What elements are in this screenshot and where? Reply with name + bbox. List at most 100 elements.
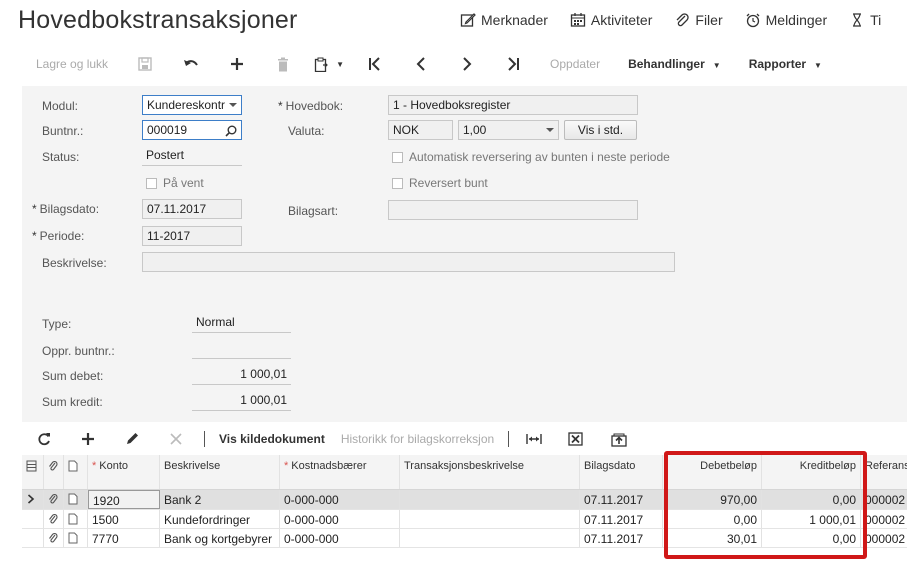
description-cell[interactable]: Kundefordringer — [160, 510, 280, 528]
reminders-label: Meldinger — [765, 12, 828, 28]
row-selector-header[interactable] — [22, 455, 44, 489]
close-icon[interactable] — [154, 427, 198, 451]
correction-history-button[interactable]: Historikk for bilagskorreksjon — [333, 432, 502, 446]
description-label: Beskrivelse: — [42, 256, 107, 270]
view-base-currency-button[interactable]: Vis i std. — [564, 120, 637, 140]
reminders-link[interactable]: Meldinger — [745, 12, 827, 28]
previous-record-icon[interactable] — [398, 49, 444, 79]
list-icon — [26, 460, 37, 472]
excel-export-icon[interactable] — [553, 427, 597, 451]
note-icon[interactable] — [64, 490, 88, 509]
row-selector[interactable] — [22, 510, 44, 528]
notes-link[interactable]: Merknader — [460, 12, 548, 28]
undo-icon[interactable] — [168, 49, 214, 79]
date-cell[interactable]: 07.11.2017 — [580, 510, 663, 528]
subaccount-cell[interactable]: 0-000-000 — [280, 490, 400, 509]
reference-cell[interactable]: 000002 — [861, 529, 907, 547]
paperclip-icon — [49, 460, 58, 471]
search-icon[interactable] — [225, 125, 237, 137]
reversed-checkbox[interactable]: Reversert bunt — [392, 176, 488, 190]
module-value: Kundereskontr — [147, 98, 226, 112]
view-source-button[interactable]: Vis kildedokument — [211, 432, 333, 446]
clipboard-icon[interactable]: ▼ — [306, 49, 352, 79]
paperclip-icon[interactable] — [44, 529, 64, 547]
sum-debit-label: Sum debet: — [42, 369, 104, 383]
chevron-down-icon — [229, 103, 237, 107]
description-field[interactable] — [142, 252, 675, 272]
reversed-label: Reversert bunt — [409, 176, 488, 190]
pencil-icon[interactable] — [110, 427, 154, 451]
delete-icon[interactable] — [260, 49, 306, 79]
orig-batch-value — [192, 339, 291, 359]
files-label: Filer — [695, 12, 723, 28]
trans-desc-header[interactable]: Transaksjonsbeskrivelse — [400, 455, 580, 489]
edit-note-icon — [460, 13, 476, 27]
note-icon[interactable] — [64, 510, 88, 528]
batch-label: Buntnr.: — [42, 124, 84, 138]
trans-desc-cell[interactable] — [400, 529, 580, 547]
chevron-down-icon: ▼ — [712, 61, 721, 70]
row-selector[interactable] — [22, 529, 44, 547]
period-field[interactable]: 11-2017 — [142, 226, 242, 246]
header-links: Merknader Aktiviteter Filer Meldinger Ti — [460, 12, 903, 28]
status-value: Postert — [142, 146, 242, 166]
activities-label: Aktiviteter — [590, 12, 653, 28]
trans-desc-cell[interactable] — [400, 490, 580, 509]
description-cell[interactable]: Bank 2 — [160, 490, 280, 509]
currency-label: Valuta: — [288, 124, 325, 138]
actions-menu[interactable]: Behandlinger ▼ — [614, 57, 735, 71]
account-header[interactable]: * Konto — [88, 455, 160, 489]
upload-icon[interactable] — [597, 427, 641, 451]
date-cell[interactable]: 07.11.2017 — [580, 529, 663, 547]
date-cell[interactable]: 07.11.2017 — [580, 490, 663, 509]
activities-link[interactable]: Aktiviteter — [570, 12, 652, 28]
chevron-down-icon: ▼ — [814, 61, 822, 70]
reports-menu[interactable]: Rapporter ▼ — [735, 57, 836, 71]
divider — [204, 431, 205, 447]
subaccount-header[interactable]: * Kostnadsbærer — [280, 455, 400, 489]
hold-label: På vent — [163, 176, 204, 190]
account-cell[interactable]: 1920 — [88, 490, 160, 509]
description-header[interactable]: Beskrivelse — [160, 455, 280, 489]
reference-cell[interactable]: 000002 — [861, 490, 907, 509]
currency-field[interactable]: NOK — [388, 120, 453, 140]
docdate-label: * Bilagsdato: — [32, 202, 100, 216]
reference-cell[interactable]: 000002 — [861, 510, 907, 528]
add-icon[interactable] — [214, 49, 260, 79]
refresh-icon[interactable] — [22, 427, 66, 451]
batch-number-field[interactable]: 000019 — [142, 120, 242, 140]
files-link[interactable]: Filer — [674, 12, 723, 28]
fit-columns-icon[interactable] — [515, 427, 553, 451]
date-header[interactable]: Bilagsdato — [580, 455, 663, 489]
actions-label: Behandlinger — [628, 57, 705, 71]
last-record-icon[interactable] — [490, 49, 536, 79]
update-button[interactable]: Oppdater — [536, 57, 614, 71]
save-close-button[interactable]: Lagre og lukk — [22, 57, 122, 71]
account-cell[interactable]: 7770 — [88, 529, 160, 547]
time-link[interactable]: Ti — [849, 12, 881, 28]
next-record-icon[interactable] — [444, 49, 490, 79]
ledger-field[interactable]: 1 - Hovedboksregister — [388, 95, 638, 115]
reports-label: Rapporter — [748, 57, 807, 71]
doctype-field[interactable] — [388, 200, 638, 220]
module-select[interactable]: Kundereskontr — [142, 95, 242, 115]
auto-reverse-checkbox[interactable]: Automatisk reversering av bunten i neste… — [392, 150, 670, 164]
first-record-icon[interactable] — [352, 49, 398, 79]
account-cell[interactable]: 1500 — [88, 510, 160, 528]
note-icon[interactable] — [64, 529, 88, 547]
save-icon[interactable] — [122, 49, 168, 79]
description-cell[interactable]: Bank og kortgebyrer — [160, 529, 280, 547]
paperclip-icon[interactable] — [44, 490, 64, 509]
calendar-icon — [570, 13, 586, 27]
reference-header[interactable]: Referans — [861, 455, 907, 489]
docdate-field[interactable]: 07.11.2017 — [142, 199, 242, 219]
rate-select[interactable]: 1,00 — [458, 120, 559, 140]
hold-checkbox[interactable]: På vent — [146, 176, 204, 190]
trans-desc-cell[interactable] — [400, 510, 580, 528]
subaccount-cell[interactable]: 0-000-000 — [280, 529, 400, 547]
note-header — [64, 455, 88, 489]
chevron-down-icon — [546, 128, 554, 132]
subaccount-cell[interactable]: 0-000-000 — [280, 510, 400, 528]
add-row-icon[interactable] — [66, 427, 110, 451]
paperclip-icon[interactable] — [44, 510, 64, 528]
